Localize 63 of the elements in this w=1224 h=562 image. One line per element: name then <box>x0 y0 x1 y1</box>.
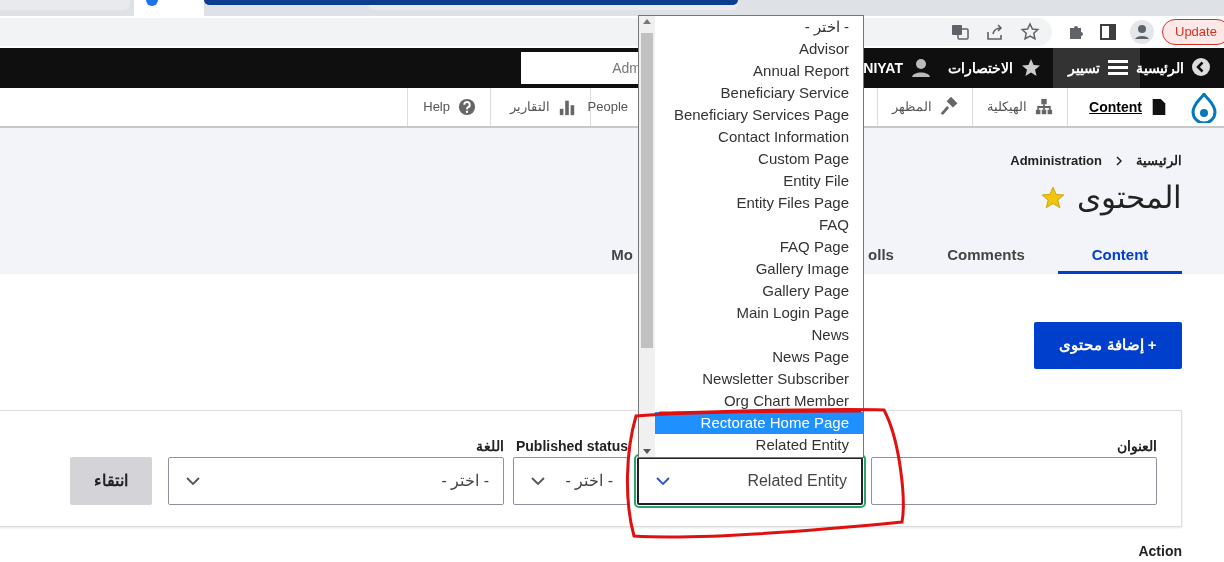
dropdown-option[interactable]: Related Entity <box>655 434 863 456</box>
field-label: Published status <box>514 437 628 456</box>
dropdown-option[interactable]: Entity File <box>655 170 863 192</box>
share-icon[interactable] <box>985 22 1005 42</box>
dropdown-option[interactable]: FAQ Page <box>655 236 863 258</box>
chevron-down-icon <box>655 476 671 486</box>
field-label: Action <box>1138 542 1182 561</box>
dropdown-option[interactable]: Gallery Page <box>655 280 863 302</box>
dropdown-option[interactable]: FAQ <box>655 214 863 236</box>
star-icon[interactable] <box>1020 22 1040 42</box>
tab[interactable]: Mo <box>610 218 634 274</box>
menu-icon <box>1108 58 1128 78</box>
dropdown-option[interactable]: Gallery Image <box>655 258 863 280</box>
tab[interactable]: Content <box>1058 218 1182 274</box>
breadcrumb-link[interactable]: Administration <box>1010 151 1102 171</box>
chevron-icon <box>1116 156 1122 166</box>
dropdown-option[interactable]: News <box>655 324 863 346</box>
dropdown-option[interactable]: Org Chart Member <box>655 390 863 412</box>
field-label: العنوان <box>1116 437 1157 457</box>
tab[interactable]: olls <box>866 218 896 274</box>
admin-menu-item[interactable]: المظهر <box>877 88 972 126</box>
dropdown-option[interactable]: Entity Files Page <box>655 192 863 214</box>
field-label: اللغة <box>475 437 504 456</box>
select-field[interactable]: Related Entity <box>637 457 863 505</box>
toolbar-item[interactable]: الاختصارات <box>943 48 1053 88</box>
add-content-button[interactable]: + إضافة محتوى <box>1034 322 1182 369</box>
dropdown-option[interactable]: Main Login Page <box>655 302 863 324</box>
dropdown-option[interactable]: Beneficiary Services Page <box>655 104 863 126</box>
breadcrumb-link[interactable]: الرئيسية <box>1136 151 1182 171</box>
document-icon <box>1150 97 1168 117</box>
drop-logo-icon[interactable] <box>1191 93 1217 123</box>
dropdown-option[interactable]: Custom Page <box>655 148 863 170</box>
filter-button[interactable]: انتقاء <box>70 457 152 505</box>
scroll-thumb[interactable] <box>641 33 653 348</box>
down-arrow-icon[interactable] <box>643 449 651 454</box>
scrollbar[interactable] <box>639 16 655 457</box>
chevron-icon <box>1192 58 1212 78</box>
up-arrow-icon[interactable] <box>643 19 651 24</box>
page-title: المحتوى <box>1077 179 1182 217</box>
select-field[interactable]: - اختر - <box>168 457 504 505</box>
update-button[interactable]: Update <box>1162 19 1224 45</box>
avatar-icon[interactable] <box>1130 20 1154 44</box>
admin-menu-item[interactable]: Help <box>407 88 490 126</box>
admin-menu-item[interactable]: Content <box>1067 88 1182 126</box>
user-icon <box>911 58 931 78</box>
dropdown-option[interactable]: Contact Information <box>655 126 863 148</box>
star-icon <box>1021 58 1041 78</box>
dropdown-list[interactable] <box>638 15 864 458</box>
dropdown-option[interactable]: - اختر - <box>655 16 863 38</box>
star-icon[interactable] <box>1041 186 1065 210</box>
hammer-icon <box>940 97 958 117</box>
help-icon <box>458 97 476 117</box>
dropdown-option[interactable]: Newsletter Subscriber <box>655 368 863 390</box>
translate-icon[interactable] <box>950 22 970 42</box>
chevron-down-icon <box>185 476 201 486</box>
chevron-down-icon <box>530 476 546 486</box>
dropdown-option[interactable]: News Page <box>655 346 863 368</box>
select-field[interactable]: - اختر - <box>513 457 628 505</box>
tab[interactable]: Comments <box>927 218 1045 274</box>
sidebar-icon[interactable] <box>1098 22 1118 42</box>
hierarchy-icon <box>1035 97 1053 117</box>
admin-menu-item[interactable]: الهيكلية <box>972 88 1067 126</box>
text-field[interactable] <box>871 457 1157 505</box>
